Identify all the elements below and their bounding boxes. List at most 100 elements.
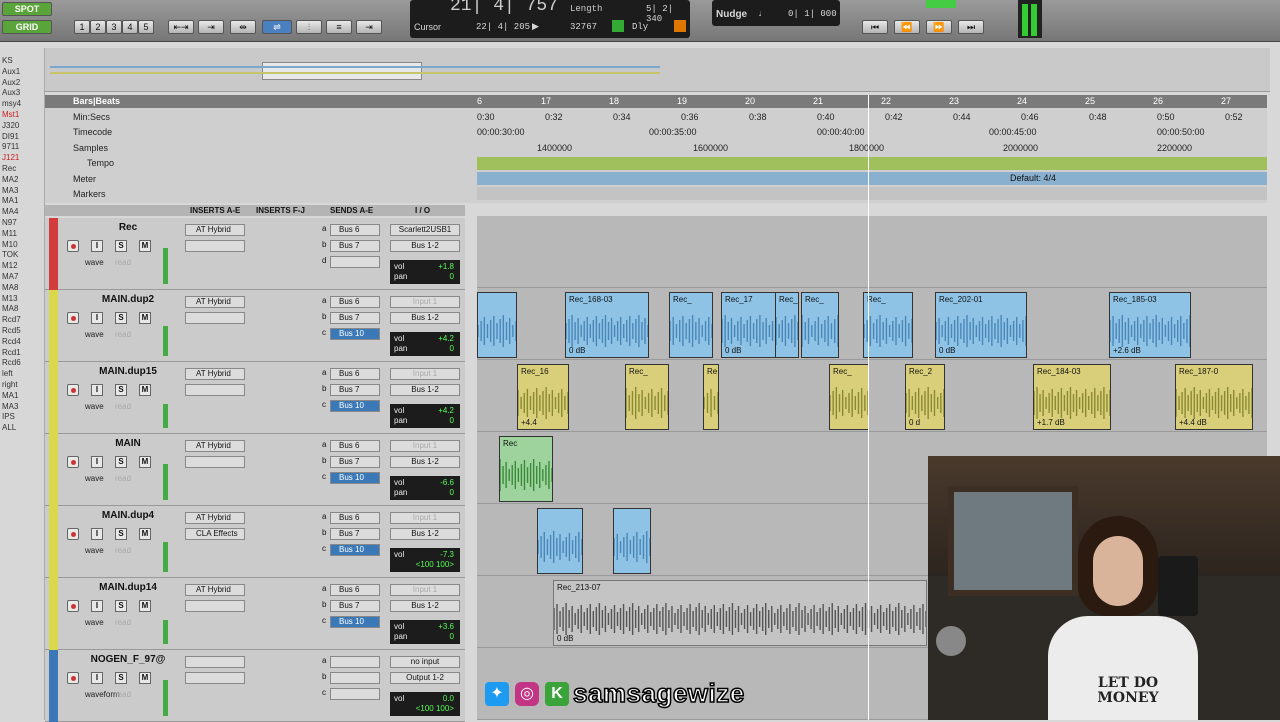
mute-button[interactable]: M (139, 528, 151, 540)
send-slot[interactable]: Bus 7 (330, 600, 380, 612)
clip-gain[interactable]: 0 dB (725, 346, 741, 355)
track-color-strip[interactable] (49, 362, 58, 434)
audio-clip[interactable]: Rec_ (669, 292, 713, 358)
automation-mode[interactable]: read (115, 618, 131, 627)
solo-button[interactable]: S (115, 528, 127, 540)
send-slot[interactable]: Bus 10 (330, 616, 380, 628)
track-list-item[interactable]: MA3 (2, 402, 18, 411)
track-header[interactable]: Rec I S Mwave read AT Hybrid a Bus 6 b Bus 7 d Scar… (45, 218, 465, 290)
track-list-item[interactable]: Rcd1 (2, 348, 21, 357)
grabber-tool-icon[interactable]: ⇹ (230, 20, 256, 34)
return-to-zero-icon[interactable]: ⏮ (862, 20, 888, 34)
record-enable-button[interactable] (67, 528, 79, 540)
audio-clip[interactable]: Rec_187-0 +4.4 dB (1175, 364, 1253, 430)
track-color-strip[interactable] (49, 578, 58, 650)
solo-button[interactable]: S (115, 600, 127, 612)
insert-slot-b[interactable]: CLA Effects (185, 528, 245, 540)
automation-mode[interactable]: read (115, 546, 131, 555)
track-list-item[interactable]: 9711 (2, 142, 19, 151)
track-color-strip[interactable] (49, 650, 58, 722)
track-list-item[interactable]: N97 (2, 218, 17, 227)
track-view-selector[interactable]: wave (85, 330, 104, 339)
send-slot[interactable]: Bus 10 (330, 328, 380, 340)
zoom-preset-1[interactable]: 1 (74, 20, 90, 34)
insert-slot-b[interactable] (185, 312, 245, 324)
track-list-item[interactable]: Rec (2, 164, 16, 173)
track-list-item[interactable]: MA4 (2, 207, 18, 216)
audio-clip[interactable]: Rec_202-01 0 dB (935, 292, 1027, 358)
record-enable-button[interactable] (67, 456, 79, 468)
send-slot[interactable]: Bus 10 (330, 472, 380, 484)
track-lane[interactable] (477, 360, 1267, 432)
audio-clip[interactable]: Rec_ (775, 292, 799, 358)
dly-toggle[interactable] (674, 20, 686, 32)
input-monitor-button[interactable]: I (91, 600, 103, 612)
output-selector[interactable]: Bus 1-2 (390, 528, 460, 540)
nudge-value[interactable]: 0| 1| 000 (788, 9, 837, 19)
clip-gain[interactable]: 0 dB (939, 346, 955, 355)
audio-clip[interactable]: Rec_184-03 +1.7 dB (1033, 364, 1111, 430)
volume-value[interactable]: +4.2 (438, 406, 454, 415)
audio-clip[interactable] (613, 508, 651, 574)
fast-forward-icon[interactable]: ⏩ (926, 20, 952, 34)
pan-value[interactable]: 0 (450, 344, 454, 353)
mute-button[interactable]: M (139, 240, 151, 252)
pan-value[interactable]: <100 100> (416, 560, 454, 569)
track-list-item[interactable]: Rcd5 (2, 326, 21, 335)
track-name[interactable]: MAIN (63, 438, 193, 449)
insert-slot-a[interactable]: AT Hybrid (185, 512, 245, 524)
track-list-item[interactable]: Mst1 (2, 110, 19, 119)
record-enable-button[interactable] (67, 384, 79, 396)
grid-mode-button[interactable]: GRID (2, 20, 52, 34)
playhead-cursor[interactable] (868, 95, 869, 720)
input-monitor-button[interactable]: I (91, 456, 103, 468)
clip-gain[interactable]: +4.4 dB (1179, 418, 1207, 427)
audio-clip[interactable]: Rec_ (829, 364, 869, 430)
track-lane[interactable] (477, 216, 1267, 288)
track-list-item[interactable]: Rcd4 (2, 337, 21, 346)
track-header[interactable]: MAIN.dup14 I S Mwave read AT Hybrid a Bus 6 b Bus… (45, 578, 465, 650)
record-enable-button[interactable] (67, 600, 79, 612)
track-list-item[interactable]: right (2, 380, 18, 389)
record-enable-button[interactable] (67, 312, 79, 324)
track-list-item[interactable]: msy4 (2, 99, 21, 108)
track-view-selector[interactable]: wave (85, 546, 104, 555)
scrubber-tool-icon[interactable]: ⫶ (296, 20, 322, 34)
audio-clip[interactable] (537, 508, 583, 574)
zoom-preset-3[interactable]: 3 (106, 20, 122, 34)
track-header[interactable]: MAIN I S Mwave read AT Hybrid a Bus 6 b Bus 7 c Bus… (45, 434, 465, 506)
record-enable-button[interactable] (67, 672, 79, 684)
send-slot[interactable]: Bus 7 (330, 456, 380, 468)
track-header[interactable]: MAIN.dup2 I S Mwave read AT Hybrid a Bus 6 b Bus … (45, 290, 465, 362)
insert-slot-b[interactable] (185, 384, 245, 396)
volume-pan-display[interactable]: vol +4.2 pan 0 (390, 332, 460, 356)
input-monitor-button[interactable]: I (91, 312, 103, 324)
volume-pan-display[interactable]: vol +1.8 pan 0 (390, 260, 460, 284)
input-selector[interactable]: Input 1 (390, 368, 460, 380)
track-name[interactable]: NOGEN_F_97@ (63, 654, 193, 665)
track-list-item[interactable]: ALL (2, 423, 16, 432)
clip-gain[interactable]: 0 dB (569, 346, 585, 355)
track-color-strip[interactable] (49, 218, 58, 290)
mute-button[interactable]: M (139, 456, 151, 468)
input-selector[interactable]: Input 1 (390, 584, 460, 596)
pan-value[interactable]: 0 (450, 632, 454, 641)
clip-gain[interactable]: +4.4 (521, 418, 537, 427)
zoom-preset-2[interactable]: 2 (90, 20, 106, 34)
track-list-item[interactable]: J320 (2, 121, 19, 130)
track-list-item[interactable]: MA1 (2, 391, 18, 400)
mute-button[interactable]: M (139, 384, 151, 396)
pan-value[interactable]: 0 (450, 488, 454, 497)
track-list-item[interactable]: DI91 (2, 132, 19, 141)
track-list-item[interactable]: M13 (2, 294, 18, 303)
pan-value[interactable]: <100 100> (416, 704, 454, 713)
track-list-item[interactable]: MA3 (2, 186, 18, 195)
audio-clip[interactable]: Rec_16 +4.4 (517, 364, 569, 430)
track-color-strip[interactable] (49, 506, 58, 578)
track-list-item[interactable]: J121 (2, 153, 19, 162)
audio-clip[interactable]: Rec_2 0 d (905, 364, 945, 430)
track-list-item[interactable]: M12 (2, 261, 18, 270)
send-slot[interactable]: Bus 6 (330, 368, 380, 380)
audio-clip[interactable]: Rec_ (801, 292, 839, 358)
track-list-item[interactable]: IPS (2, 412, 15, 421)
